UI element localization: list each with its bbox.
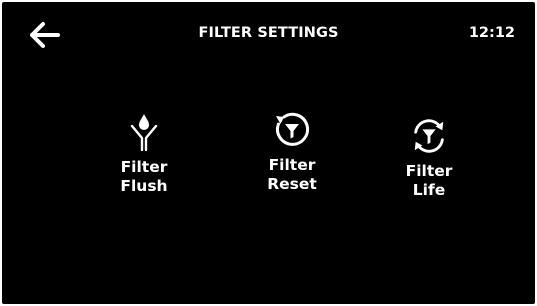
- filter-reset-label: Filter Reset: [267, 156, 317, 193]
- filter-life-label: Filter Life: [405, 162, 453, 199]
- filter-life-icon: [409, 116, 449, 156]
- clock-time: 12:12: [468, 25, 515, 41]
- filter-flush-button[interactable]: Filter Flush: [98, 112, 190, 196]
- filter-life-button[interactable]: Filter Life: [383, 116, 475, 200]
- filter-settings-screen: FILTER SETTINGS 12:12 Filter Flush Filte…: [2, 2, 535, 304]
- filter-flush-icon: [124, 112, 164, 152]
- filter-reset-icon: [272, 110, 312, 150]
- page-title: FILTER SETTINGS: [198, 25, 339, 41]
- filter-reset-button[interactable]: Filter Reset: [246, 110, 338, 194]
- filter-flush-label: Filter Flush: [120, 158, 168, 195]
